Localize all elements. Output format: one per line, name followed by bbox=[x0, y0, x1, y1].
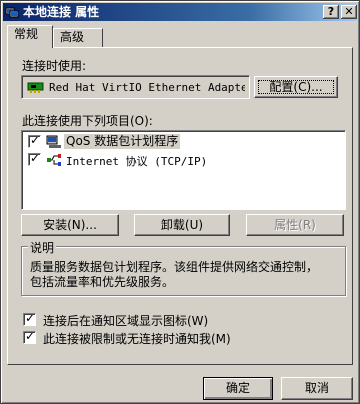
configure-button-label: 配置(C)... bbox=[255, 77, 337, 97]
connect-using-label: 连接时使用: bbox=[22, 59, 87, 73]
notify-option[interactable]: ✓ 此连接被限制或无连接时通知我(M) bbox=[21, 329, 341, 346]
tcpip-checkbox[interactable]: ✓ bbox=[28, 151, 41, 166]
properties-dialog: 本地连接 属性 ? ✕ 常规 高级 连接时使用: Red Hat VirtIO … bbox=[0, 0, 360, 404]
install-button[interactable]: 安装(N)... bbox=[21, 214, 119, 236]
list-item-qos[interactable]: ✓ QoS 数据包计划程序 bbox=[25, 133, 342, 150]
tab-advanced[interactable]: 高级 bbox=[53, 28, 103, 47]
notify-checkbox[interactable]: ✓ bbox=[23, 329, 36, 344]
qos-checkbox[interactable]: ✓ bbox=[28, 133, 41, 148]
adapter-name: Red Hat VirtIO Ethernet Adapte bbox=[49, 81, 245, 94]
tab-advanced-label: 高级 bbox=[60, 30, 85, 44]
adapter-field: Red Hat VirtIO Ethernet Adapte bbox=[21, 75, 250, 99]
service-icon bbox=[46, 135, 61, 148]
notify-label: 此连接被限制或无连接时通知我(M) bbox=[43, 332, 231, 346]
show-icon-label: 连接后在通知区域显示图标(W) bbox=[43, 314, 209, 328]
tab-general-label: 常规 bbox=[14, 27, 39, 41]
configure-button[interactable]: 配置(C)... bbox=[254, 76, 338, 98]
tcpip-label: Internet 协议 (TCP/IP) bbox=[66, 155, 208, 168]
cancel-button[interactable]: 取消 bbox=[281, 377, 353, 400]
protocol-icon bbox=[47, 154, 61, 166]
title-bar[interactable]: 本地连接 属性 ? ✕ bbox=[3, 3, 357, 21]
close-button[interactable]: ✕ bbox=[341, 5, 357, 19]
ok-button[interactable]: 确定 bbox=[203, 377, 273, 400]
show-icon-checkbox[interactable]: ✓ bbox=[23, 311, 36, 326]
description-title: 说明 bbox=[28, 239, 57, 256]
network-adapter-icon bbox=[27, 82, 44, 93]
uninstall-button[interactable]: 卸载(U) bbox=[134, 214, 230, 236]
help-button[interactable]: ? bbox=[323, 5, 339, 19]
list-item-tcpip[interactable]: ✓ Internet 协议 (TCP/IP) bbox=[25, 151, 342, 168]
network-connection-icon bbox=[5, 7, 19, 18]
window-title: 本地连接 属性 bbox=[23, 5, 100, 19]
items-label: 此连接使用下列项目(O): bbox=[22, 114, 153, 128]
show-icon-option[interactable]: ✓ 连接后在通知区域显示图标(W) bbox=[21, 311, 341, 328]
properties-button[interactable]: 属性(R) bbox=[246, 214, 344, 236]
general-tab-panel: 连接时使用: Red Hat VirtIO Ethernet Adapte 配置… bbox=[7, 47, 353, 365]
components-list[interactable]: ✓ QoS 数据包计划程序 ✓ Internet 协议 (TCP/IP) bbox=[21, 130, 346, 210]
description-line-2: 包括流量率和优先级服务。 bbox=[30, 275, 175, 289]
qos-label: QoS 数据包计划程序 bbox=[64, 134, 181, 149]
tab-general[interactable]: 常规 bbox=[7, 25, 53, 48]
